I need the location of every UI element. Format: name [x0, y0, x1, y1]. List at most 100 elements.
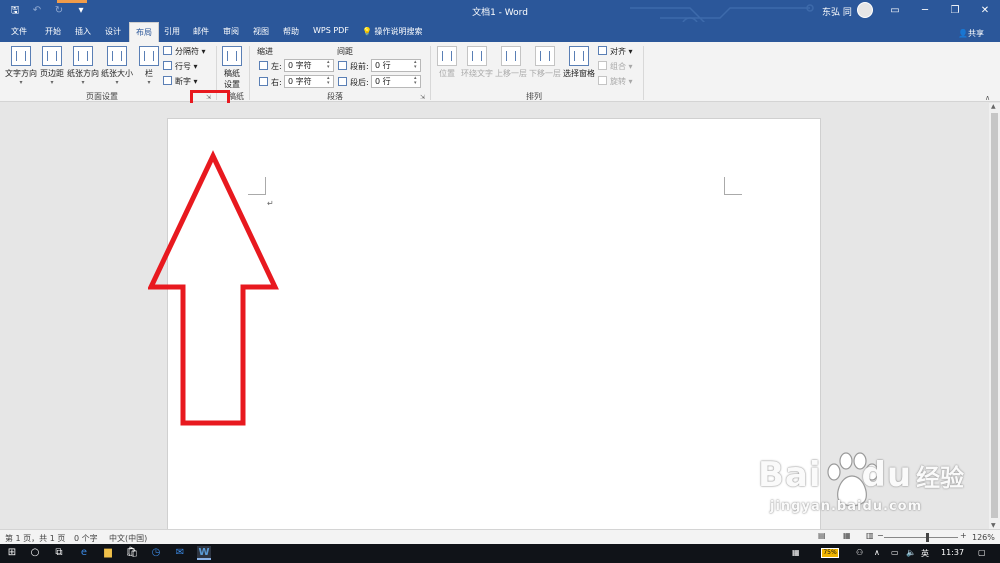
ribbon-display-options-icon[interactable]: ▭ — [880, 0, 910, 22]
indent-right-input[interactable]: 0 字符 — [284, 75, 334, 88]
group-objects-button[interactable]: 组合 ▾ — [598, 61, 633, 72]
page-count[interactable]: 第 1 页，共 1 页 — [5, 533, 65, 544]
battery-indicator[interactable]: 75% — [821, 548, 839, 558]
text-direction-label: 文字方向 — [5, 69, 37, 78]
group-label-arrange: 排列 — [526, 92, 542, 101]
tab-insert[interactable]: 插入 — [75, 26, 91, 37]
send-backward-button[interactable]: 下移一层 — [529, 46, 561, 79]
restore-button[interactable]: ❐ — [940, 0, 970, 22]
read-mode-icon[interactable]: ▤ — [818, 531, 826, 540]
minimize-button[interactable]: ─ — [910, 0, 940, 22]
web-layout-icon[interactable]: ▥ — [866, 531, 874, 540]
avatar[interactable] — [857, 2, 873, 18]
store-icon[interactable]: 🛍 — [125, 546, 139, 560]
word-count[interactable]: 0 个字 — [74, 533, 98, 544]
align-button[interactable]: 对齐 ▾ — [598, 46, 633, 57]
language-indicator[interactable]: 中文(中国) — [109, 533, 147, 544]
paragraph-dialog-launcher-icon[interactable]: ⇲ — [420, 94, 425, 101]
chevron-down-icon: ▾ — [19, 79, 23, 86]
chevron-down-icon: ▾ — [50, 79, 54, 86]
watermark-brand-cn: 经验 — [916, 464, 965, 492]
tab-view[interactable]: 视图 — [253, 26, 269, 37]
tab-home[interactable]: 开始 — [45, 26, 61, 37]
network-icon[interactable]: ▭ — [891, 548, 899, 557]
indent-right-label: 右: — [259, 77, 282, 88]
task-view-icon[interactable]: ⧉ — [52, 546, 66, 560]
edge-icon[interactable]: e — [77, 546, 91, 560]
tab-review[interactable]: 审阅 — [223, 26, 239, 37]
tab-references[interactable]: 引用 — [164, 26, 180, 37]
scrollbar-thumb[interactable] — [991, 113, 998, 518]
indent-left-label: 左: — [259, 61, 282, 72]
orientation-label: 纸张方向 — [67, 69, 99, 78]
group-separator — [430, 46, 431, 100]
print-layout-icon[interactable]: ▦ — [843, 531, 851, 540]
notifications-icon[interactable]: ▢ — [978, 548, 986, 557]
file-explorer-icon[interactable]: ▆ — [101, 546, 115, 560]
zoom-out-button[interactable]: − — [877, 531, 884, 540]
wrap-text-button[interactable]: 环绕文字 — [461, 46, 493, 79]
clock-app-icon[interactable]: ◷ — [149, 546, 163, 560]
line-numbers-button[interactable]: 行号 ▾ — [163, 61, 198, 72]
position-icon — [437, 46, 457, 66]
vertical-scrollbar[interactable]: ▲ ▼ — [989, 103, 1000, 529]
zoom-slider-track[interactable] — [884, 537, 958, 538]
text-direction-button[interactable]: 文字方向 ▾ — [5, 46, 37, 87]
spacing-after-input[interactable]: 0 行 — [371, 75, 421, 88]
indent-left-input[interactable]: 0 字符 — [284, 59, 334, 72]
columns-button[interactable]: 栏 ▾ — [139, 46, 159, 87]
chevron-up-icon[interactable]: ∧ — [874, 548, 880, 557]
margins-button[interactable]: 页边距 ▾ — [40, 46, 64, 87]
spacing-after-text: 段后: — [350, 78, 369, 87]
share-button[interactable]: 👤共享 — [958, 28, 984, 39]
zoom-level[interactable]: 126% — [972, 533, 995, 542]
hyphenation-button[interactable]: 断字 ▾ — [163, 76, 198, 87]
keyboard-icon[interactable]: ▦ — [792, 548, 800, 557]
spacing-before-text: 段前: — [350, 62, 369, 71]
clock-time[interactable]: 11:37 — [941, 548, 964, 557]
zoom-in-button[interactable]: + — [960, 531, 967, 540]
position-button[interactable]: 位置 — [437, 46, 457, 79]
manuscript-settings-button[interactable]: 稿纸 设置 — [222, 46, 242, 90]
ime-indicator[interactable]: 英 — [921, 548, 929, 559]
windows-start-icon[interactable]: ⊞ — [5, 546, 19, 560]
columns-label: 栏 — [145, 69, 153, 78]
cortana-icon[interactable]: ○ — [28, 546, 42, 560]
group-label-manuscript: 稿纸 — [228, 92, 244, 101]
group-separator — [249, 46, 250, 100]
lightbulb-icon: 💡 — [362, 27, 375, 36]
selection-pane-button[interactable]: 选择窗格 — [563, 46, 595, 79]
tab-design[interactable]: 设计 — [105, 26, 121, 37]
mail-icon[interactable]: ✉ — [173, 546, 187, 560]
orientation-button[interactable]: 纸张方向 ▾ — [67, 46, 99, 87]
tab-help[interactable]: 帮助 — [283, 26, 299, 37]
rotate-button[interactable]: 旋转 ▾ — [598, 76, 633, 87]
scroll-up-icon[interactable]: ▲ — [991, 103, 996, 110]
bring-forward-icon — [501, 46, 521, 66]
group-icon — [598, 61, 607, 70]
zoom-slider-thumb[interactable] — [926, 533, 929, 542]
tell-me-label: 操作说明搜索 — [374, 27, 423, 36]
size-button[interactable]: 纸张大小 ▾ — [101, 46, 133, 87]
text-direction-icon — [11, 46, 31, 66]
breaks-button[interactable]: 分隔符 ▾ — [163, 46, 206, 57]
tab-mailings[interactable]: 邮件 — [193, 26, 209, 37]
tab-wps-pdf[interactable]: WPS PDF — [313, 26, 349, 35]
user-name[interactable]: 东弘 同 — [822, 5, 852, 18]
tell-me-search[interactable]: 💡 操作说明搜索 — [362, 26, 423, 37]
bring-forward-button[interactable]: 上移一层 — [495, 46, 527, 79]
orientation-icon — [73, 46, 93, 66]
tab-file[interactable]: 文件 — [11, 26, 27, 37]
tab-layout[interactable]: 布局 — [129, 22, 159, 42]
spacing-before-label: 段前: — [338, 61, 369, 72]
people-icon[interactable]: ⚇ — [856, 548, 863, 557]
scroll-down-icon[interactable]: ▼ — [991, 522, 996, 529]
close-button[interactable]: ✕ — [970, 0, 1000, 22]
collapse-ribbon-icon[interactable]: ∧ — [985, 94, 990, 102]
rotate-label: 旋转 ▾ — [610, 77, 633, 86]
word-taskbar-icon[interactable]: W — [197, 546, 211, 560]
spacing-before-input[interactable]: 0 行 — [371, 59, 421, 72]
volume-icon[interactable]: 🔈 — [906, 548, 916, 557]
baidu-watermark: Bai du 经验 jingyan.baidu.com — [758, 455, 965, 514]
spacing-header: 间距 — [337, 47, 353, 56]
